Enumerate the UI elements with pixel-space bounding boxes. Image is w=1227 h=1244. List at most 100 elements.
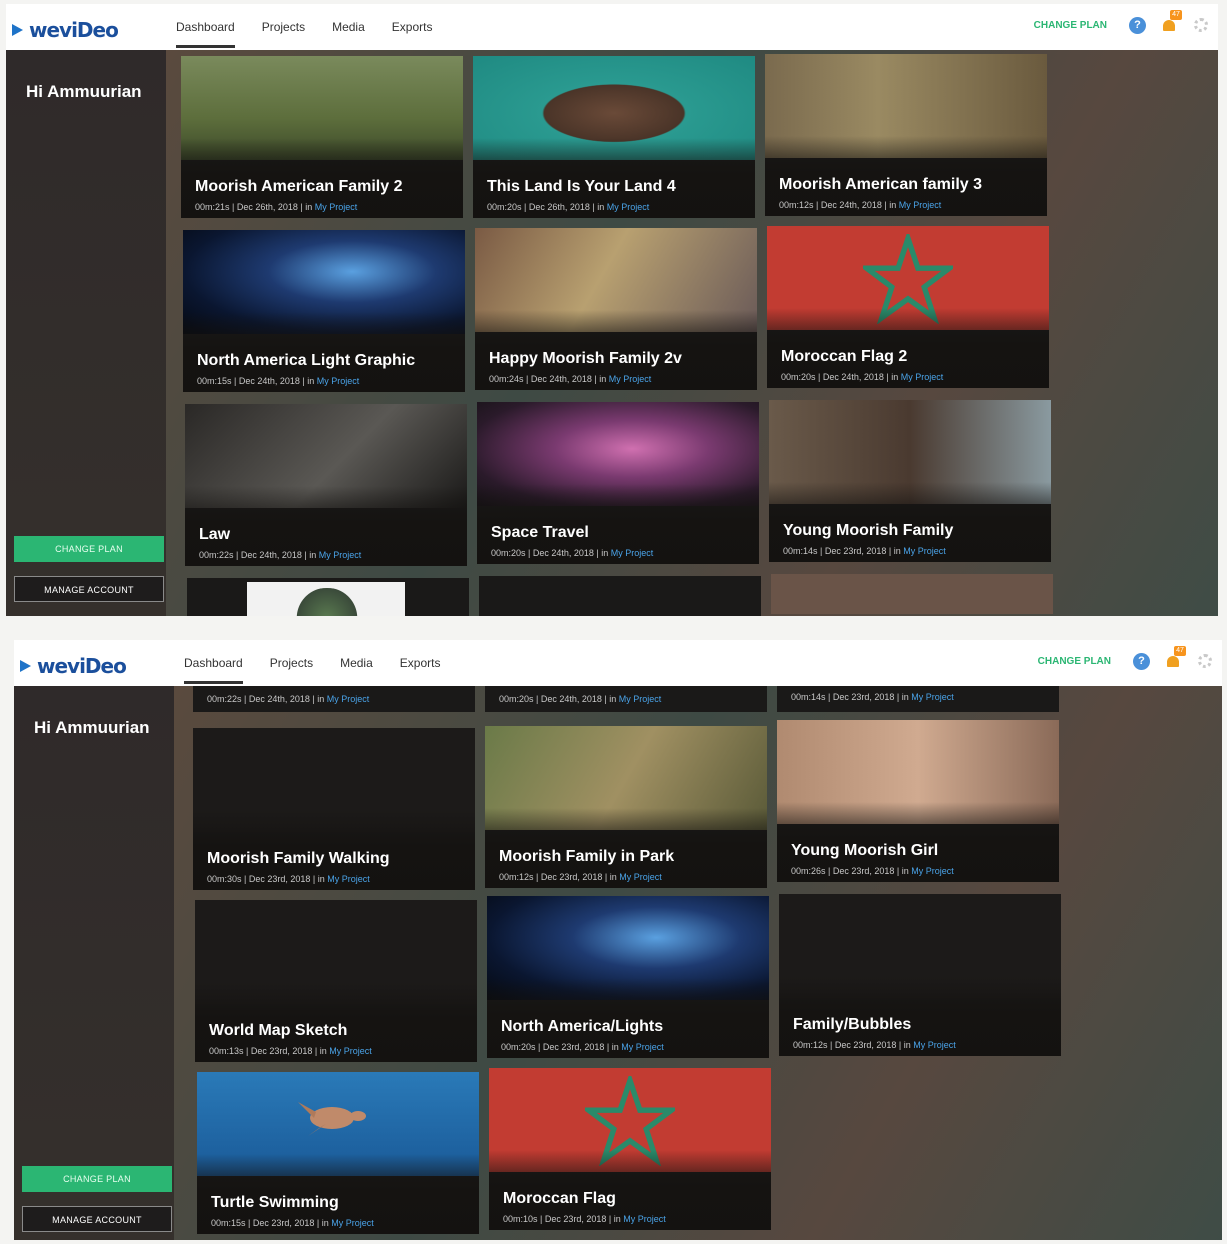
project-meta: 00m:30s | Dec 23rd, 2018 | in My Project	[207, 874, 370, 884]
project-card[interactable]: Space Travel 00m:20s | Dec 24th, 2018 | …	[477, 402, 759, 564]
gear-icon[interactable]	[1194, 18, 1208, 32]
project-title: Moroccan Flag	[503, 1190, 616, 1207]
manage-account-button[interactable]: MANAGE ACCOUNT	[22, 1206, 172, 1232]
gear-icon[interactable]	[1198, 654, 1212, 668]
project-title: Moroccan Flag 2	[781, 348, 908, 365]
project-card-partial[interactable]	[771, 574, 1053, 614]
project-thumbnail	[247, 582, 405, 616]
project-title: This Land Is Your Land 4	[487, 178, 676, 195]
project-meta: 00m:22s | Dec 24th, 2018 | in My Project	[207, 694, 370, 704]
dashboard-screenshot-bottom: weviDeo Dashboard Projects Media Exports…	[14, 640, 1222, 1240]
project-meta: 00m:24s | Dec 24th, 2018 | in My Project	[489, 374, 652, 384]
my-project-link[interactable]: My Project	[315, 202, 358, 212]
nav-projects[interactable]: Projects	[262, 6, 305, 48]
my-project-link[interactable]: My Project	[327, 694, 370, 704]
project-card[interactable]: North America/Lights 00m:20s | Dec 23rd,…	[487, 896, 769, 1058]
project-meta: 00m:20s | Dec 24th, 2018 | in My Project	[499, 694, 662, 704]
project-meta: 00m:20s | Dec 24th, 2018 | in My Project	[491, 548, 654, 558]
notification-bell-icon[interactable]: 47	[1162, 10, 1182, 34]
sidebar-change-plan-button[interactable]: CHANGE PLAN	[22, 1166, 172, 1192]
project-card[interactable]: Moorish Family in Park 00m:12s | Dec 23r…	[485, 726, 767, 888]
project-card[interactable]: Moorish American Family 2 00m:21s | Dec …	[181, 56, 463, 218]
notification-bell-icon[interactable]: 47	[1166, 646, 1186, 670]
dashboard-screenshot-top: weviDeo Dashboard Projects Media Exports…	[6, 4, 1218, 616]
project-meta: 00m:20s | Dec 24th, 2018 | in My Project	[781, 372, 944, 382]
my-project-link[interactable]: My Project	[911, 866, 954, 876]
project-meta: 00m:12s | Dec 23rd, 2018 | in My Project	[499, 872, 662, 882]
greeting: Hi Ammuurian	[26, 82, 142, 101]
help-icon[interactable]: ?	[1129, 16, 1146, 34]
sidebar-change-plan-button[interactable]: CHANGE PLAN	[14, 536, 164, 562]
project-card[interactable]: Moorish American family 3 00m:12s | Dec …	[765, 54, 1047, 216]
my-project-link[interactable]: My Project	[621, 1042, 664, 1052]
project-card[interactable]: Moroccan Flag 00m:10s | Dec 23rd, 2018 |…	[489, 1068, 771, 1230]
greeting: Hi Ammuurian	[34, 718, 150, 737]
project-title: Law	[199, 526, 231, 543]
my-project-link[interactable]: My Project	[607, 202, 650, 212]
nav-exports[interactable]: Exports	[392, 6, 433, 48]
top-navigation-bar: weviDeo Dashboard Projects Media Exports…	[6, 4, 1218, 50]
turtle-icon	[298, 1102, 366, 1136]
project-card[interactable]: Young Moorish Family 00m:14s | Dec 23rd,…	[769, 400, 1051, 562]
nav-dashboard[interactable]: Dashboard	[176, 6, 235, 48]
project-title: North America Light Graphic	[197, 352, 416, 369]
my-project-link[interactable]: My Project	[901, 372, 944, 382]
project-grid: 00m:22s | Dec 24th, 2018 | in My Project…	[174, 686, 1222, 1240]
my-project-link[interactable]: My Project	[329, 1046, 372, 1056]
my-project-link[interactable]: My Project	[899, 200, 942, 210]
project-card[interactable]: Turtle Swimming 00m:15s | Dec 23rd, 2018…	[197, 1072, 479, 1234]
notification-badge: 47	[1170, 10, 1182, 20]
project-card[interactable]: Moroccan Flag 2 00m:20s | Dec 24th, 2018…	[767, 226, 1049, 388]
project-grid: Moorish American Family 2 00m:21s | Dec …	[166, 50, 1218, 616]
my-project-link[interactable]: My Project	[331, 1218, 374, 1228]
project-card[interactable]: This Land Is Your Land 4 00m:20s | Dec 2…	[473, 56, 755, 218]
project-card-partial[interactable]	[479, 576, 761, 616]
nav-projects[interactable]: Projects	[270, 642, 313, 684]
my-project-link[interactable]: My Project	[911, 692, 954, 702]
my-project-link[interactable]: My Project	[903, 546, 946, 556]
my-project-link[interactable]: My Project	[611, 548, 654, 558]
project-meta: 00m:22s | Dec 24th, 2018 | in My Project	[199, 550, 362, 560]
change-plan-link[interactable]: CHANGE PLAN	[1038, 656, 1111, 667]
play-logo-icon	[20, 660, 31, 672]
project-meta: 00m:21s | Dec 26th, 2018 | in My Project	[195, 202, 358, 212]
nav-media[interactable]: Media	[340, 642, 373, 684]
help-icon[interactable]: ?	[1133, 652, 1150, 670]
project-card-partial[interactable]: 00m:22s | Dec 24th, 2018 | in My Project	[193, 686, 475, 712]
project-card-partial[interactable]: 00m:20s | Dec 24th, 2018 | in My Project	[485, 686, 767, 712]
project-card[interactable]: Law 00m:22s | Dec 24th, 2018 | in My Pro…	[185, 404, 467, 566]
wevideo-logo[interactable]: weviDeo	[12, 18, 119, 42]
project-meta: 00m:20s | Dec 26th, 2018 | in My Project	[487, 202, 650, 212]
my-project-link[interactable]: My Project	[619, 694, 662, 704]
my-project-link[interactable]: My Project	[623, 1214, 666, 1224]
notification-badge: 47	[1174, 646, 1186, 656]
my-project-link[interactable]: My Project	[317, 376, 360, 386]
project-title: Turtle Swimming	[211, 1194, 339, 1211]
project-card[interactable]: World Map Sketch 00m:13s | Dec 23rd, 201…	[195, 900, 477, 1062]
project-meta: 00m:10s | Dec 23rd, 2018 | in My Project	[503, 1214, 666, 1224]
project-card-partial[interactable]: 00m:14s | Dec 23rd, 2018 | in My Project	[777, 686, 1059, 712]
project-card-partial[interactable]	[187, 578, 469, 616]
project-card[interactable]: North America Light Graphic 00m:15s | De…	[183, 230, 465, 392]
project-card[interactable]: Happy Moorish Family 2v 00m:24s | Dec 24…	[475, 228, 757, 390]
sidebar: Hi Ammuurian CHANGE PLAN MANAGE ACCOUNT	[6, 50, 166, 616]
top-right-actions: CHANGE PLAN ? 47	[1034, 10, 1208, 40]
nav-dashboard[interactable]: Dashboard	[184, 642, 243, 684]
wevideo-logo[interactable]: weviDeo	[20, 654, 127, 678]
my-project-link[interactable]: My Project	[913, 1040, 956, 1050]
project-meta: 00m:13s | Dec 23rd, 2018 | in My Project	[209, 1046, 372, 1056]
change-plan-link[interactable]: CHANGE PLAN	[1034, 20, 1107, 31]
my-project-link[interactable]: My Project	[319, 550, 362, 560]
project-title: Moorish Family in Park	[499, 848, 675, 865]
project-card[interactable]: Young Moorish Girl 00m:26s | Dec 23rd, 2…	[777, 720, 1059, 882]
project-meta: 00m:20s | Dec 23rd, 2018 | in My Project	[501, 1042, 664, 1052]
nav-media[interactable]: Media	[332, 6, 365, 48]
my-project-link[interactable]: My Project	[619, 872, 662, 882]
my-project-link[interactable]: My Project	[609, 374, 652, 384]
project-title: Moorish American Family 2	[195, 178, 403, 195]
project-card[interactable]: Moorish Family Walking 00m:30s | Dec 23r…	[193, 728, 475, 890]
project-card[interactable]: Family/Bubbles 00m:12s | Dec 23rd, 2018 …	[779, 894, 1061, 1056]
manage-account-button[interactable]: MANAGE ACCOUNT	[14, 576, 164, 602]
nav-exports[interactable]: Exports	[400, 642, 441, 684]
my-project-link[interactable]: My Project	[327, 874, 370, 884]
